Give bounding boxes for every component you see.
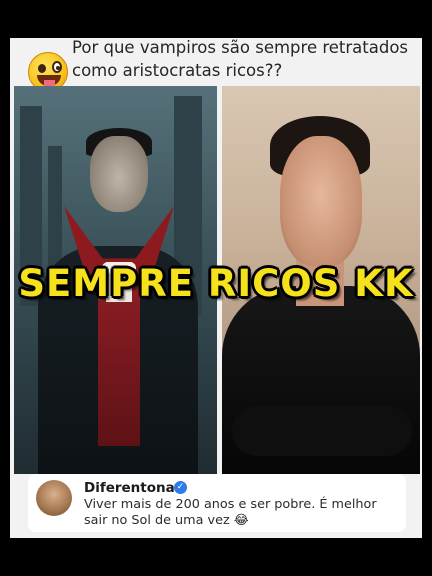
post-question: Por que vampiros são sempre retratados c… <box>72 38 409 80</box>
verified-check-icon: ✓ <box>174 481 187 494</box>
comment-text: Viver mais de 200 anos e ser pobre. É me… <box>84 497 377 528</box>
avatar[interactable] <box>36 480 72 516</box>
comment-username[interactable]: Diferentona <box>84 480 175 496</box>
comment-card[interactable]: Diferentona ✓ Viver mais de 200 anos e s… <box>28 474 406 532</box>
overlay-caption: SEMPRE RICOS KK <box>18 262 414 305</box>
